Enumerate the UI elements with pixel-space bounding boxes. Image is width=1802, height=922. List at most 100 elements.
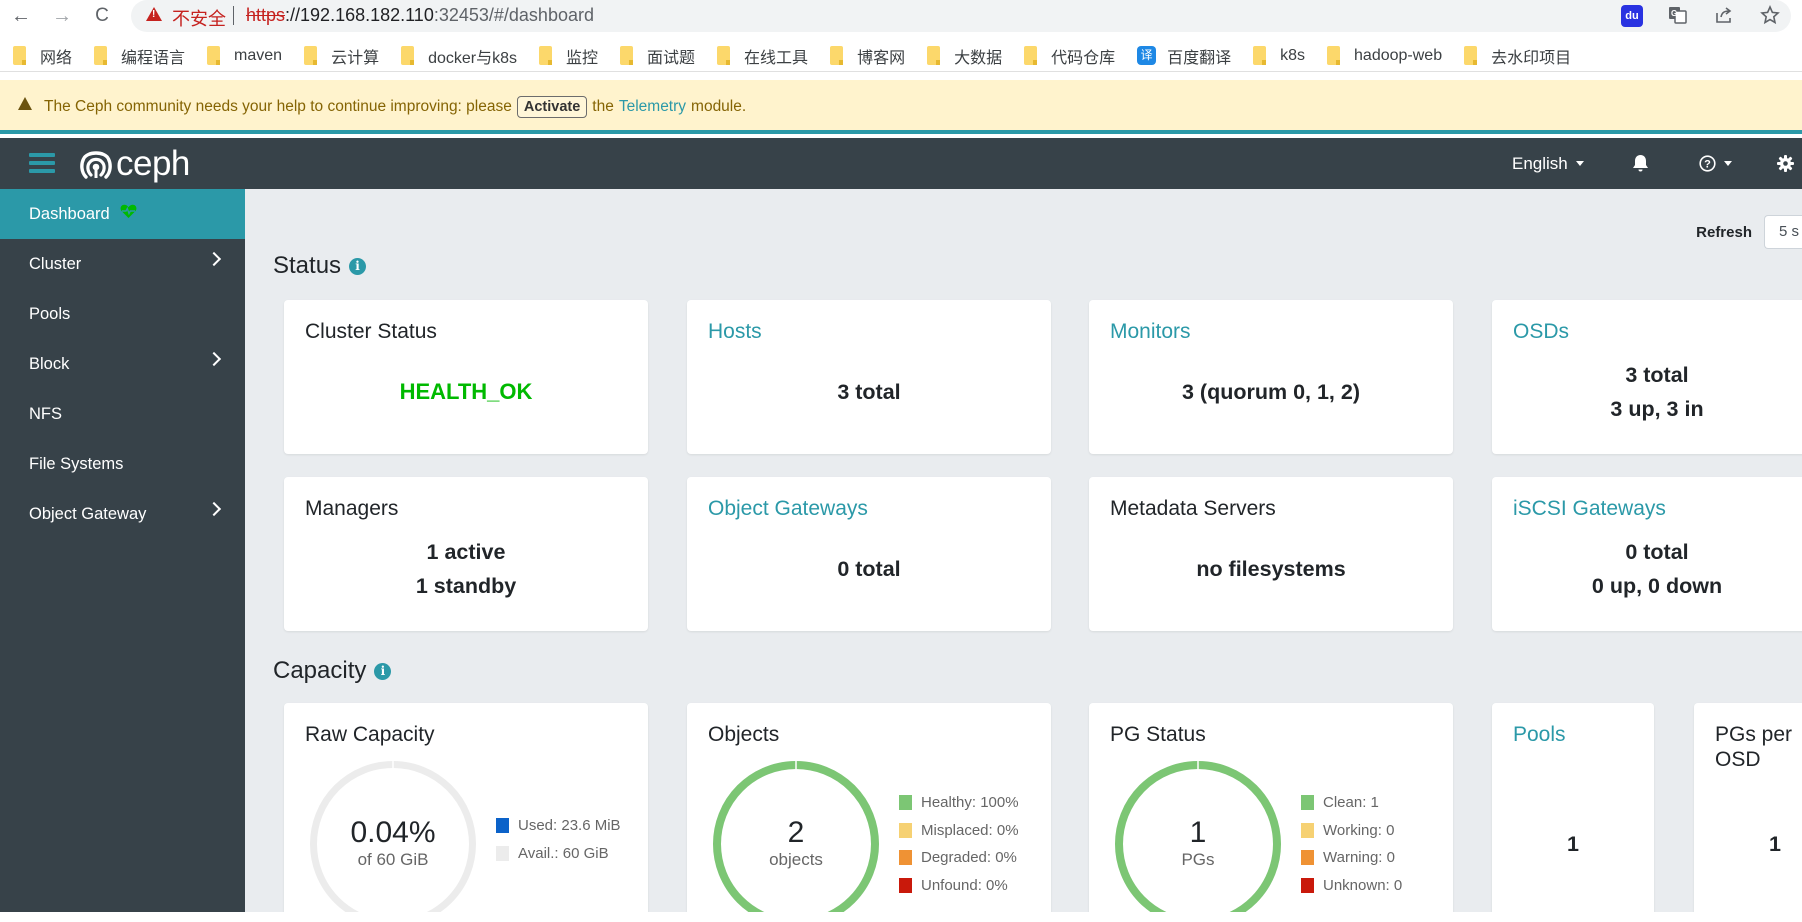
bookmark-star-icon[interactable] [1759, 5, 1781, 27]
bookmark-label: docker与k8s [428, 49, 518, 67]
menu-toggle-icon[interactable] [29, 153, 55, 173]
bookmark-item[interactable]: 大数据 [927, 44, 1002, 68]
sidebar-item-dashboard[interactable]: Dashboard [0, 189, 245, 239]
card-value-line: 0 up, 0 down [1591, 574, 1723, 598]
sidebar-item-pools[interactable]: Pools [0, 289, 245, 339]
banner-message: The Ceph community needs your help to co… [44, 96, 746, 118]
bookmark-item[interactable]: hadoop-web [1327, 46, 1442, 65]
reload-icon[interactable]: C [89, 3, 115, 29]
folder-icon [927, 46, 941, 65]
address-input[interactable]: 不安全 https://192.168.182.110:32453/#/dash… [131, 0, 1791, 32]
help-dropdown[interactable]: ? [1699, 138, 1732, 189]
card-value: 1 active 1 standby [284, 535, 648, 603]
baidu-icon[interactable]: du [1621, 5, 1643, 27]
settings-button[interactable] [1777, 138, 1794, 189]
folder-icon [1327, 46, 1341, 65]
warning-icon [18, 97, 32, 110]
card-title-link[interactable]: Hosts [708, 319, 762, 344]
legend-item: Warning: 0 [1301, 844, 1402, 872]
language-dropdown[interactable]: English [1512, 138, 1584, 189]
raw-capacity-card: Raw Capacity 0.04% of 60 GiB Used: 23.6 … [284, 703, 648, 912]
chevron-right-icon [206, 351, 222, 367]
sidebar-item-file-systems[interactable]: File Systems [0, 439, 245, 489]
card-title-link[interactable]: OSDs [1513, 319, 1569, 344]
legend-swatch [1301, 822, 1314, 838]
card-value-line: 0 total [1625, 540, 1689, 564]
bookmark-item[interactable]: 网络 [13, 44, 72, 68]
bookmark-item[interactable]: 面试题 [620, 44, 695, 68]
help-icon: ? [1699, 155, 1716, 172]
info-icon[interactable]: i [374, 662, 392, 680]
heartbeat-icon [120, 204, 137, 224]
ceph-logo-icon [80, 151, 112, 179]
translate-icon[interactable]: G [1667, 5, 1689, 27]
bookmark-label: 去水印项目 [1491, 49, 1572, 67]
notifications-button[interactable] [1632, 138, 1649, 189]
refresh-interval-select[interactable]: 5 s [1764, 215, 1802, 249]
top-navbar: ceph English ? [0, 138, 1802, 189]
sidebar-item-cluster[interactable]: Cluster [0, 239, 245, 289]
bookmark-item[interactable]: 译百度翻译 [1137, 44, 1231, 68]
card-title-link[interactable]: iSCSI Gateways [1513, 496, 1666, 521]
insecure-label[interactable]: 不安全 [172, 5, 226, 31]
bookmark-item[interactable]: 去水印项目 [1464, 44, 1571, 68]
bookmark-label: 代码仓库 [1051, 49, 1116, 67]
bookmark-item[interactable]: k8s [1253, 46, 1305, 65]
share-icon[interactable] [1713, 5, 1735, 27]
legend-label: Avail.: 60 GiB [518, 844, 609, 862]
legend-swatch [899, 822, 912, 838]
telemetry-link[interactable]: Telemetry [619, 98, 686, 116]
bookmark-item[interactable]: 监控 [539, 44, 598, 68]
sidebar-item-nfs[interactable]: NFS [0, 389, 245, 439]
card-title-link[interactable]: Object Gateways [708, 496, 868, 521]
bookmark-item[interactable]: 编程语言 [94, 44, 185, 68]
url-text[interactable]: https://192.168.182.110:32453/#/dashboar… [246, 5, 594, 26]
svg-text:?: ? [1704, 159, 1711, 171]
card-title: PGs per OSD [1715, 723, 1793, 772]
chevron-down-icon [1575, 161, 1584, 166]
activate-button[interactable]: Activate [516, 96, 588, 118]
insecure-warning-icon[interactable] [146, 7, 162, 21]
legend-swatch [1301, 795, 1314, 811]
managers-card: Managers 1 active 1 standby [284, 477, 648, 631]
info-icon[interactable]: i [349, 257, 367, 275]
sidebar-item-label: File Systems [29, 454, 124, 473]
folder-icon [717, 46, 731, 65]
bookmark-label: 博客网 [857, 49, 906, 67]
legend-item: Unfound: 0% [899, 872, 1019, 900]
card-title: Cluster Status [305, 320, 437, 343]
bookmark-item[interactable]: 云计算 [304, 44, 379, 68]
legend-label: Clean: 1 [1323, 794, 1379, 812]
sidebar-item-object-gateway[interactable]: Object Gateway [0, 489, 245, 539]
sidebar-item-label: NFS [29, 404, 62, 423]
card-title-link[interactable]: Monitors [1110, 319, 1191, 344]
legend-label: Misplaced: 0% [921, 821, 1019, 839]
bookmark-item[interactable]: docker与k8s [401, 44, 517, 68]
legend-label: Degraded: 0% [921, 849, 1017, 867]
forward-icon[interactable]: → [49, 3, 75, 29]
capacity-heading: Capacity [273, 657, 367, 684]
legend-swatch [496, 845, 509, 861]
back-icon[interactable]: ← [8, 3, 34, 29]
bookmark-item[interactable]: 博客网 [830, 44, 905, 68]
address-bar-row: ← → C 不安全 https://192.168.182.110:32453/… [0, 0, 1802, 32]
url-host: ://192.168.182.110 [285, 5, 434, 25]
bookmark-item[interactable]: 在线工具 [717, 44, 808, 68]
folder-icon [539, 46, 553, 65]
folder-icon [620, 46, 634, 65]
legend-swatch [1301, 850, 1314, 866]
bookmark-item[interactable]: 代码仓库 [1024, 44, 1115, 68]
bookmark-item[interactable]: maven [207, 46, 282, 65]
status-section-title: Status i [273, 252, 367, 280]
gear-icon [1777, 155, 1794, 172]
pools-link[interactable]: Pools [1513, 722, 1566, 747]
pgs-per-osd-value: 1 [1769, 832, 1781, 856]
card-value: 3 total [687, 375, 1051, 409]
card-value: 3 total 3 up, 3 in [1492, 358, 1802, 426]
legend-swatch [1301, 877, 1314, 893]
ceph-logo[interactable]: ceph [80, 146, 190, 181]
banner-text-before: The Ceph community needs your help to co… [44, 98, 512, 115]
language-label: English [1512, 153, 1568, 173]
sidebar-item-block[interactable]: Block [0, 339, 245, 389]
bell-icon [1633, 155, 1648, 172]
